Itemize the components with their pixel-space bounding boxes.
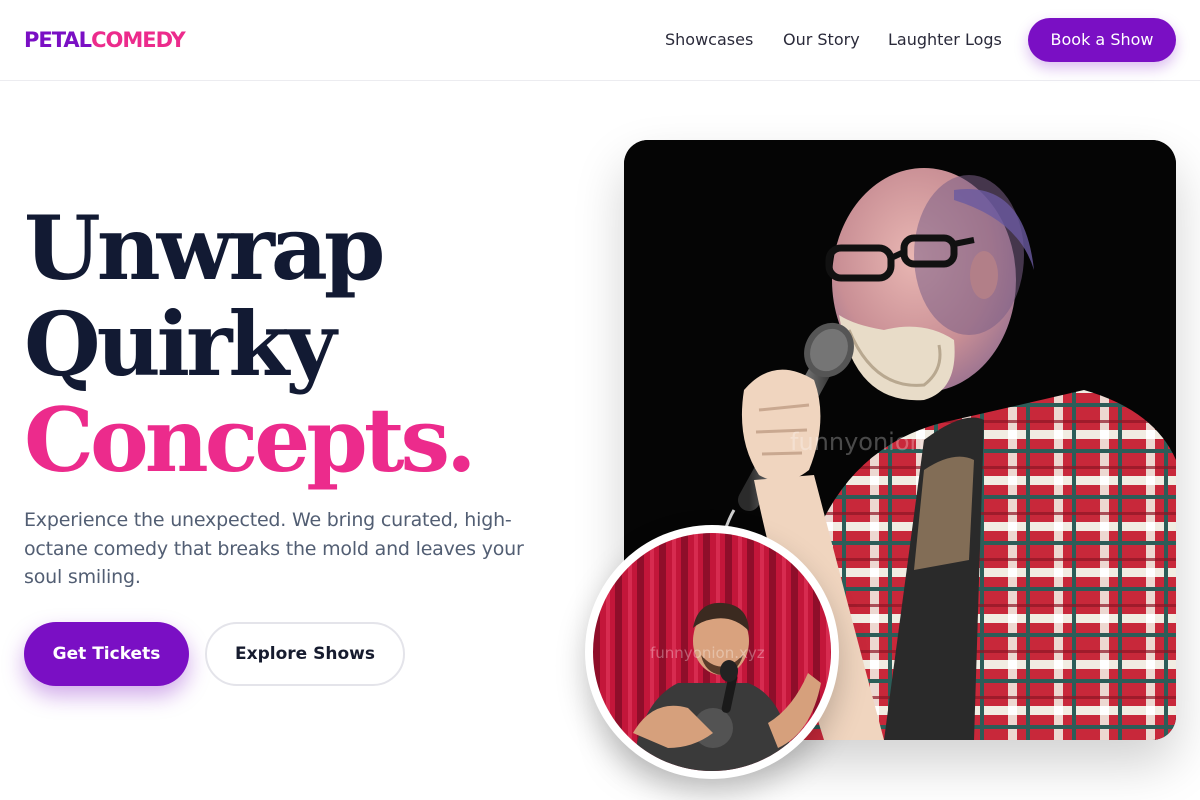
- nav-link-laughter-logs[interactable]: Laughter Logs: [888, 28, 1002, 52]
- hero-headline: Unwrap Quirky Concepts.: [24, 196, 477, 492]
- nav-link-our-story[interactable]: Our Story: [783, 28, 860, 52]
- main-photo-watermark: funnyonion: [790, 428, 925, 456]
- nav-link-showcases[interactable]: Showcases: [665, 28, 753, 52]
- book-a-show-button[interactable]: Book a Show: [1028, 18, 1176, 62]
- brand-logo[interactable]: PETALCOMEDY: [24, 27, 186, 53]
- headline-line-2: Quirky: [24, 292, 337, 396]
- inset-photo-watermark: funnyonion.xyz: [650, 644, 765, 662]
- headline-line-1: Unwrap: [24, 196, 385, 300]
- hero-description: Experience the unexpected. We bring cura…: [24, 509, 524, 588]
- logo-text-petal: PETAL: [24, 28, 92, 52]
- explore-shows-button[interactable]: Explore Shows: [205, 622, 405, 686]
- get-tickets-button[interactable]: Get Tickets: [24, 622, 189, 686]
- logo-text-comedy: COMEDY: [91, 28, 186, 52]
- site-header: PETALCOMEDY Showcases Our Story Laughter…: [0, 0, 1200, 81]
- headline-line-3: Concepts.: [24, 388, 477, 492]
